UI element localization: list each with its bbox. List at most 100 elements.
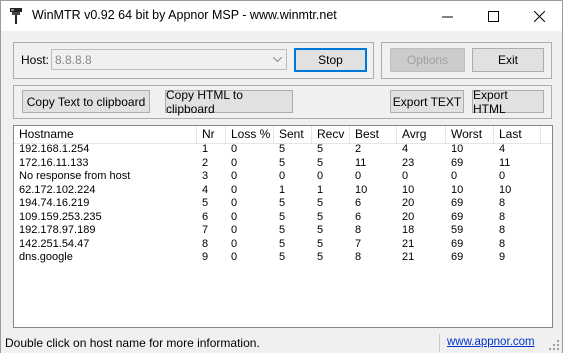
title-bar[interactable]: WinMTR v0.92 64 bit by Appnor MSP - www.…	[1, 1, 562, 31]
pin-icon	[10, 8, 22, 24]
cell-loss: 0	[231, 156, 238, 169]
column-header-sent[interactable]: Sent	[274, 126, 312, 143]
cell-worst: 10	[451, 143, 464, 155]
cell-avrg: 0	[402, 170, 409, 182]
cell-loss: 0	[231, 170, 238, 182]
cell-loss: 0	[231, 143, 238, 155]
cell-last: 0	[499, 170, 506, 182]
cell-hostname: 172.16.11.133	[19, 156, 89, 169]
table-row[interactable]: 194.74.16.219 5 0 5 5 6 20 69 8	[14, 197, 552, 211]
column-header-last[interactable]: Last	[494, 126, 541, 143]
cell-worst: 69	[451, 197, 464, 209]
status-bar: Double click on host name for more infor…	[1, 332, 562, 353]
cell-best: 8	[355, 251, 362, 263]
host-value: 8.8.8.8	[55, 53, 92, 67]
copy-text-button[interactable]: Copy Text to clipboard	[22, 90, 150, 113]
cell-last: 11	[499, 156, 511, 169]
cell-loss: 0	[231, 183, 238, 196]
column-header-recv[interactable]: Recv	[312, 126, 350, 143]
cell-nr: 2	[202, 156, 209, 169]
cell-avrg: 23	[402, 156, 415, 169]
export-html-button[interactable]: Export HTML	[472, 88, 544, 116]
cell-loss: 0	[231, 251, 238, 263]
maximize-icon	[487, 10, 499, 22]
cell-recv: 5	[317, 156, 324, 169]
column-header-loss[interactable]: Loss %	[226, 126, 274, 143]
cell-sent: 1	[279, 183, 286, 196]
cell-best: 7	[355, 237, 362, 250]
cell-recv: 5	[317, 143, 324, 155]
minimize-button[interactable]	[424, 1, 470, 31]
cell-nr: 9	[202, 251, 209, 263]
table-row[interactable]: 192.178.97.189 7 0 5 5 8 18 59 8	[14, 224, 552, 238]
cell-hostname: 142.251.54.47	[19, 237, 90, 250]
cell-hostname: dns.google	[19, 251, 73, 263]
cell-last: 10	[499, 183, 512, 196]
cell-recv: 1	[317, 183, 324, 196]
cell-best: 2	[355, 143, 362, 155]
cell-worst: 69	[451, 251, 464, 263]
cell-nr: 8	[202, 237, 209, 250]
cell-loss: 0	[231, 224, 238, 236]
exit-button[interactable]: Exit	[472, 48, 544, 72]
table-row[interactable]: 142.251.54.47 8 0 5 5 7 21 69 8	[14, 238, 552, 252]
stop-button[interactable]: Stop	[294, 48, 367, 72]
window-title: WinMTR v0.92 64 bit by Appnor MSP - www.…	[32, 8, 337, 22]
host-combobox[interactable]: 8.8.8.8	[51, 49, 287, 70]
table-row[interactable]: 192.168.1.254 1 0 5 5 2 4 10 4	[14, 143, 552, 157]
cell-last: 9	[499, 251, 506, 263]
cell-loss: 0	[231, 210, 238, 223]
options-button[interactable]: Options	[390, 48, 465, 72]
table-row[interactable]: 62.172.102.224 4 0 1 1 10 10 10 10	[14, 184, 552, 198]
export-text-button[interactable]: Export TEXT	[390, 90, 464, 113]
cell-avrg: 20	[402, 197, 415, 209]
cell-nr: 3	[202, 170, 209, 182]
status-divider	[439, 334, 440, 352]
cell-avrg: 4	[402, 143, 409, 155]
cell-hostname: No response from host	[19, 170, 131, 182]
results-table[interactable]: Hostname Nr Loss % Sent Recv Best Avrg W…	[13, 125, 553, 328]
cell-best: 10	[355, 183, 368, 196]
cell-last: 8	[499, 197, 506, 209]
column-header-worst[interactable]: Worst	[446, 126, 494, 143]
cell-recv: 5	[317, 237, 324, 250]
cell-worst: 10	[451, 183, 464, 196]
cell-best: 6	[355, 197, 362, 209]
cell-sent: 5	[279, 156, 286, 169]
cell-avrg: 10	[402, 183, 415, 196]
cell-sent: 5	[279, 237, 286, 250]
close-icon	[533, 10, 545, 22]
column-header-hostname[interactable]: Hostname	[14, 126, 197, 143]
cell-best: 11	[355, 156, 367, 169]
cell-best: 6	[355, 210, 362, 223]
winmtr-window: WinMTR v0.92 64 bit by Appnor MSP - www.…	[0, 0, 563, 353]
table-row[interactable]: 109.159.253.235 6 0 5 5 6 20 69 8	[14, 211, 552, 225]
cell-recv: 5	[317, 251, 324, 263]
cell-worst: 69	[451, 156, 464, 169]
cell-recv: 5	[317, 224, 324, 236]
copy-html-button[interactable]: Copy HTML to clipboard	[165, 88, 293, 116]
cell-sent: 0	[279, 170, 286, 182]
table-row[interactable]: dns.google 9 0 5 5 8 21 69 9	[14, 251, 552, 265]
cell-recv: 0	[317, 170, 324, 182]
cell-worst: 59	[451, 224, 464, 236]
cell-worst: 69	[451, 210, 464, 223]
cell-best: 0	[355, 170, 362, 182]
cell-loss: 0	[231, 197, 238, 209]
cell-hostname: 192.168.1.254	[19, 143, 90, 155]
cell-nr: 6	[202, 210, 209, 223]
close-button[interactable]	[516, 1, 562, 31]
column-header-avrg[interactable]: Avrg	[397, 126, 446, 143]
cell-last: 8	[499, 210, 506, 223]
cell-nr: 5	[202, 197, 209, 209]
chevron-down-icon[interactable]	[269, 50, 286, 69]
cell-hostname: 194.74.16.219	[19, 197, 90, 209]
resize-grip-icon[interactable]	[549, 340, 560, 351]
table-row[interactable]: 172.16.11.133 2 0 5 5 11 23 69 11	[14, 157, 552, 171]
column-header-nr[interactable]: Nr	[197, 126, 226, 143]
maximize-button[interactable]	[470, 1, 516, 31]
table-row[interactable]: No response from host 3 0 0 0 0 0 0 0	[14, 170, 552, 184]
cell-worst: 69	[451, 237, 464, 250]
column-header-best[interactable]: Best	[350, 126, 397, 143]
appnor-link[interactable]: www.appnor.com	[447, 336, 535, 348]
